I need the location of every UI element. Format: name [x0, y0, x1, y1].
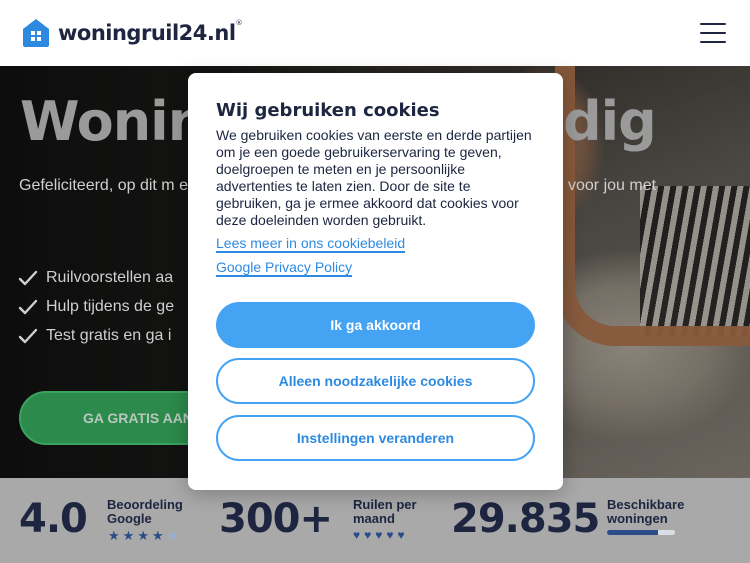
- swaps-value: 300+: [219, 496, 333, 542]
- star-icon: ★: [151, 528, 164, 543]
- accept-cookies-button[interactable]: Ik ga akkoord: [216, 302, 535, 348]
- available-progress-fill: [607, 530, 658, 535]
- check-icon: [18, 299, 38, 314]
- check-icon: [18, 328, 38, 343]
- cookie-dialog-title: Wij gebruiken cookies: [216, 100, 440, 121]
- hero-title-end: dig: [563, 90, 657, 153]
- available-value: 29.835: [451, 496, 600, 542]
- available-progress: [607, 530, 675, 535]
- feature-item: Test gratis en ga i: [18, 321, 174, 350]
- cookie-consent-dialog: Wij gebruiken cookies We gebruiken cooki…: [188, 73, 563, 490]
- necessary-cookies-button[interactable]: Alleen noodzakelijke cookies: [216, 358, 535, 404]
- star-icon: ★: [122, 528, 135, 543]
- heart-icon: ♥: [386, 528, 394, 542]
- feature-list: Ruilvoorstellen aa Hulp tijdens de ge Te…: [18, 263, 174, 350]
- google-privacy-link[interactable]: Google Privacy Policy: [216, 259, 353, 277]
- brand-name: woningruil24.nl®: [58, 19, 243, 45]
- swaps-label: Ruilen per maand: [353, 497, 417, 526]
- heart-icon: ♥: [375, 528, 383, 542]
- stats-bar: 4.0 Beoordeling Google ★ ★ ★ ★ ★ 300+ Ru…: [0, 478, 750, 563]
- menu-icon[interactable]: [700, 23, 726, 43]
- check-icon: [18, 270, 38, 285]
- feature-item: Hulp tijdens de ge: [18, 292, 174, 321]
- house-logo-icon: [23, 19, 49, 47]
- heart-icon: ♥: [353, 528, 361, 542]
- change-settings-button[interactable]: Instellingen veranderen: [216, 415, 535, 461]
- feature-label: Ruilvoorstellen aa: [46, 268, 174, 286]
- available-label: Beschikbare woningen: [607, 497, 685, 526]
- rating-label: Beoordeling Google: [107, 497, 183, 526]
- cookie-policy-link[interactable]: Lees meer in ons cookiebeleid: [216, 235, 406, 253]
- feature-item: Ruilvoorstellen aa: [18, 263, 174, 292]
- cookie-dialog-text: We gebruiken cookies van eerste en derde…: [216, 127, 532, 228]
- rating-value: 4.0: [19, 496, 88, 542]
- heart-icon: ♥: [364, 528, 372, 542]
- logo[interactable]: woningruil24.nl®: [22, 18, 242, 48]
- star-icon: ★: [108, 528, 120, 543]
- feature-label: Test gratis en ga i: [46, 326, 172, 344]
- site-header: woningruil24.nl®: [0, 0, 750, 66]
- heart-icon: ♥: [397, 528, 405, 542]
- star-icon: ★: [166, 528, 179, 543]
- hero-subtitle-end: voor jou met: [568, 177, 657, 194]
- rating-stars: ★ ★ ★ ★ ★: [108, 528, 178, 544]
- swaps-hearts: ♥ ♥ ♥ ♥ ♥: [353, 528, 405, 542]
- feature-label: Hulp tijdens de ge: [46, 297, 175, 315]
- star-icon: ★: [137, 528, 149, 543]
